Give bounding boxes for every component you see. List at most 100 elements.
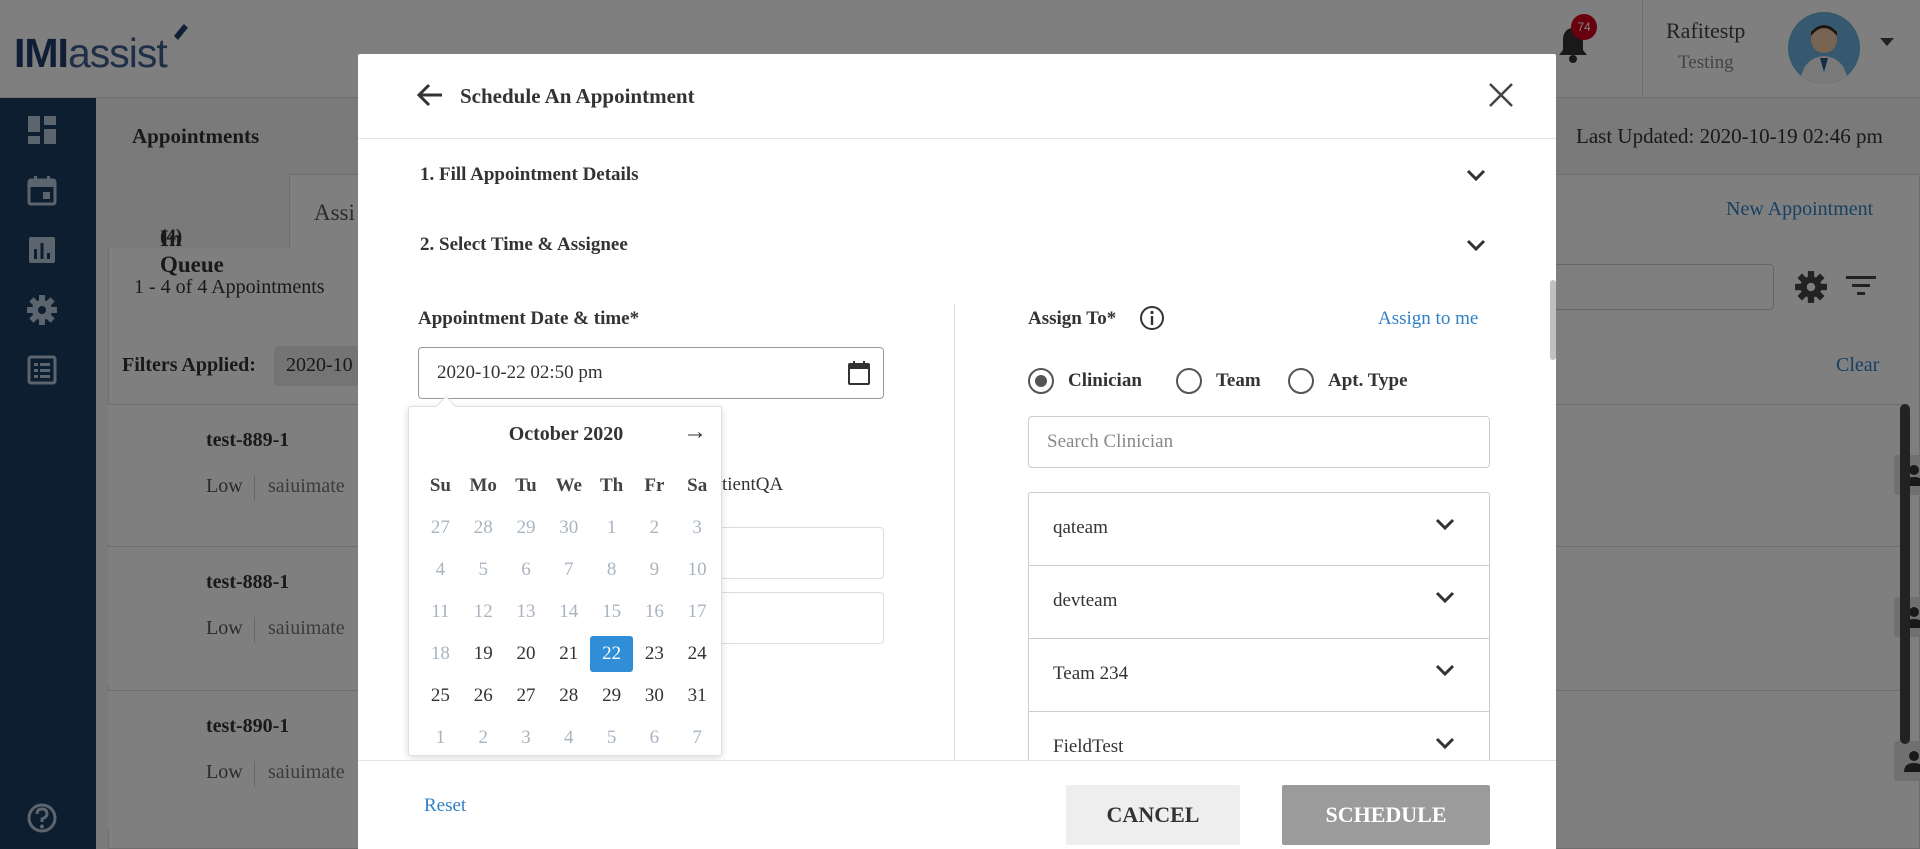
calendar-day[interactable]: 2 xyxy=(633,510,676,546)
team-name: FieldTest xyxy=(1053,736,1124,757)
modal-header: Schedule An Appointment xyxy=(358,54,1556,139)
schedule-appointment-modal: Schedule An Appointment 1. Fill Appointm… xyxy=(358,54,1556,849)
appointment-date-input[interactable]: 2020-10-22 02:50 pm xyxy=(418,347,884,399)
calendar-day[interactable]: 11 xyxy=(419,594,462,630)
chevron-down-icon[interactable] xyxy=(1435,663,1455,677)
datepicker-pointer xyxy=(436,396,456,416)
patient-name-partial: tientQA xyxy=(722,474,784,495)
chevron-down-icon[interactable] xyxy=(1435,517,1455,531)
calendar-day[interactable]: 5 xyxy=(590,720,633,756)
calendar-day[interactable]: 30 xyxy=(547,510,590,546)
list-item[interactable]: qateam xyxy=(1029,493,1489,566)
calendar-day[interactable]: 24 xyxy=(676,636,719,672)
calendar-day[interactable]: 31 xyxy=(676,678,719,714)
calendar-icon[interactable] xyxy=(847,360,871,386)
calendar-day[interactable]: 3 xyxy=(676,510,719,546)
section-fill-details[interactable]: 1. Fill Appointment Details xyxy=(420,164,639,186)
close-icon[interactable] xyxy=(1488,82,1514,108)
calendar-day[interactable]: 12 xyxy=(462,594,505,630)
calendar-day[interactable]: 28 xyxy=(462,510,505,546)
weekday-row: Su Mo Tu We Th Fr Sa xyxy=(419,465,719,507)
calendar-day[interactable]: 18 xyxy=(419,636,462,672)
radio-apt-type[interactable]: Apt. Type xyxy=(1288,368,1408,394)
list-item[interactable]: Team 234 xyxy=(1029,639,1489,712)
calendar-day[interactable]: 1 xyxy=(590,510,633,546)
calendar-day[interactable]: 21 xyxy=(547,636,590,672)
calendar-day[interactable]: 4 xyxy=(419,552,462,588)
selected-day[interactable]: 22 xyxy=(590,636,633,672)
schedule-button[interactable]: SCHEDULE xyxy=(1282,785,1490,845)
calendar-day[interactable]: 7 xyxy=(547,552,590,588)
date-value: 2020-10-22 02:50 pm xyxy=(437,362,603,383)
weekday-label: Th xyxy=(599,475,624,496)
radio-button[interactable] xyxy=(1176,368,1202,394)
radio-label: Clinician xyxy=(1068,370,1142,391)
weekday-label: Fr xyxy=(644,475,665,496)
modal-scrollbar[interactable] xyxy=(1550,280,1556,360)
calendar-day[interactable]: 13 xyxy=(505,594,548,630)
section-time-assignee[interactable]: 2. Select Time & Assignee xyxy=(420,234,628,256)
calendar-day[interactable]: 28 xyxy=(547,678,590,714)
radio-label: Team xyxy=(1216,370,1261,391)
radio-team[interactable]: Team xyxy=(1176,368,1261,394)
calendar-day[interactable]: 27 xyxy=(505,678,548,714)
week-row: 11 12 13 14 15 16 17 xyxy=(419,591,719,633)
calendar-day[interactable]: 23 xyxy=(633,636,676,672)
radio-button[interactable] xyxy=(1288,368,1314,394)
calendar-day[interactable]: 3 xyxy=(505,720,548,756)
calendar-day[interactable]: 30 xyxy=(633,678,676,714)
calendar-day[interactable]: 8 xyxy=(590,552,633,588)
datepicker-month: October 2020 xyxy=(508,423,624,445)
calendar-day[interactable]: 5 xyxy=(462,552,505,588)
calendar-day[interactable]: 10 xyxy=(676,552,719,588)
team-name: qateam xyxy=(1053,517,1108,538)
column-divider xyxy=(954,304,955,814)
back-arrow-icon[interactable] xyxy=(416,82,444,108)
calendar-day[interactable]: 6 xyxy=(505,552,548,588)
appointment-date-label: Appointment Date & time* xyxy=(418,308,640,329)
calendar-day[interactable]: 2 xyxy=(462,720,505,756)
next-month-arrow-icon[interactable]: → xyxy=(683,419,707,446)
radio-clinician[interactable]: Clinician xyxy=(1028,368,1142,394)
calendar-day[interactable]: 25 xyxy=(419,678,462,714)
calendar-day[interactable]: 4 xyxy=(547,720,590,756)
reset-link[interactable]: Reset xyxy=(424,795,466,817)
search-clinician-input[interactable] xyxy=(1028,416,1490,468)
calendar-day[interactable]: 29 xyxy=(590,678,633,714)
team-name: devteam xyxy=(1053,590,1118,611)
calendar-day[interactable]: 14 xyxy=(547,594,590,630)
weekday-label: Sa xyxy=(687,475,708,496)
chevron-down-icon[interactable] xyxy=(1435,736,1455,750)
week-row: 4 5 6 7 8 9 10 xyxy=(419,549,719,591)
chevron-down-icon[interactable] xyxy=(1466,238,1486,252)
list-item[interactable]: devteam xyxy=(1029,566,1489,639)
radio-label: Apt. Type xyxy=(1328,370,1408,391)
assign-to-me-link[interactable]: Assign to me xyxy=(1378,308,1478,330)
calendar-day[interactable]: 7 xyxy=(676,720,719,756)
week-row: 27 28 29 30 1 2 3 xyxy=(419,507,719,549)
calendar-day[interactable]: 29 xyxy=(505,510,548,546)
weekday-label: Su xyxy=(429,475,451,496)
chevron-down-icon[interactable] xyxy=(1466,168,1486,182)
chevron-down-icon[interactable] xyxy=(1435,590,1455,604)
calendar-day[interactable]: 6 xyxy=(633,720,676,756)
radio-button[interactable] xyxy=(1028,368,1054,394)
cancel-button[interactable]: CANCEL xyxy=(1066,785,1240,845)
calendar-day[interactable]: 20 xyxy=(505,636,548,672)
calendar-day[interactable]: 16 xyxy=(633,594,676,630)
info-icon[interactable] xyxy=(1138,304,1166,332)
weekday-label: Mo xyxy=(469,475,497,496)
datepicker: October 2020 → Su Mo Tu We Th Fr Sa 27 28 29 30 1 2… xyxy=(408,396,722,759)
week-row: 18 19 20 21 22 23 24 xyxy=(419,633,719,675)
weekday-label: We xyxy=(555,475,582,496)
calendar-day[interactable]: 15 xyxy=(590,594,633,630)
calendar-day[interactable]: 26 xyxy=(462,678,505,714)
calendar-day[interactable]: 1 xyxy=(419,720,462,756)
calendar-day[interactable]: 9 xyxy=(633,552,676,588)
week-row: 25 26 27 28 29 30 31 xyxy=(419,675,719,717)
week-row: 1234567 xyxy=(419,717,719,759)
calendar-day[interactable]: 17 xyxy=(676,594,719,630)
calendar-day[interactable]: 27 xyxy=(419,510,462,546)
calendar-day[interactable]: 19 xyxy=(462,636,505,672)
weekday-label: Tu xyxy=(515,475,537,496)
